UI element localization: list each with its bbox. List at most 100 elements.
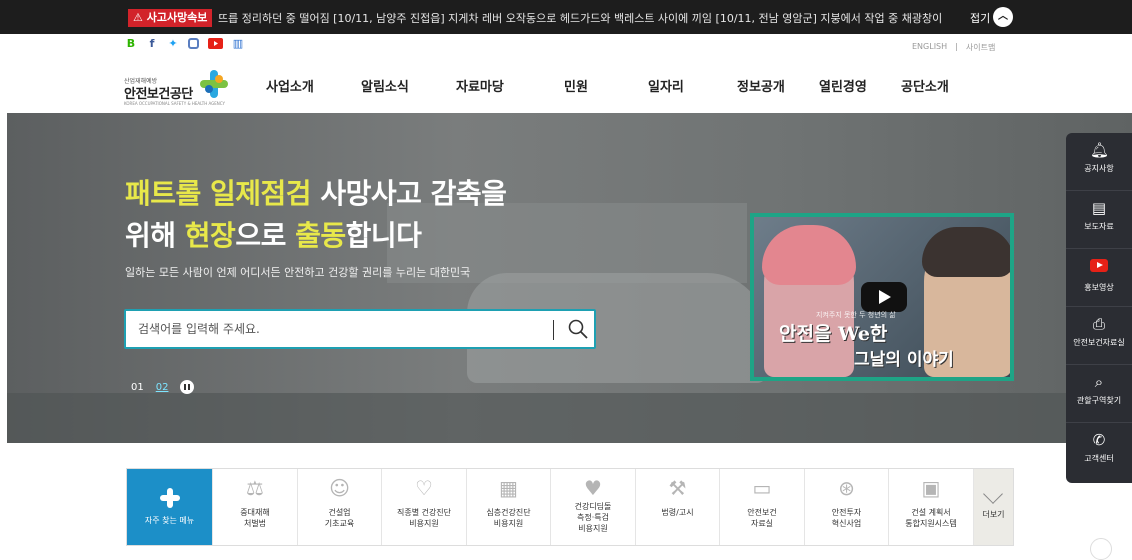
headline-text-3: 으로 xyxy=(235,219,296,252)
quick-video[interactable]: 홍보영상 xyxy=(1066,249,1132,307)
search-icon: ⌕ xyxy=(1094,373,1104,391)
person-left-hair xyxy=(762,225,856,285)
separator: | xyxy=(955,42,958,51)
freq-label: 안전보건 자료실 xyxy=(747,508,777,528)
hero-headline: 패트롤 일제점검 사망사고 감축을 위해 현장으로 출동합니다 xyxy=(125,173,507,257)
logo-english: KOREA OCCUPATIONAL SAFETY & HEALTH AGENC… xyxy=(124,101,225,106)
menu-about[interactable]: 공단소개 xyxy=(901,76,971,95)
menu-civil[interactable]: 민원 xyxy=(564,76,648,95)
slide-1-button[interactable]: 01 xyxy=(131,382,144,393)
slide-pager: 01 02 xyxy=(131,380,195,394)
logo-name: 안전보건공단 xyxy=(124,87,193,102)
menu-business[interactable]: 사업소개 xyxy=(266,76,361,95)
quick-label: 고객센터 xyxy=(1084,454,1114,463)
monitor-icon: ▣ xyxy=(921,476,941,500)
headline-text-2: 위해 xyxy=(125,219,185,252)
quick-menu: 🔔︎ 공지사항 ▤ 보도자료 홍보영상 ⎙ 안전보건자료실 ⌕ 관할구역찾기 ✆… xyxy=(1066,133,1132,483)
pause-icon[interactable] xyxy=(180,380,195,394)
youtube-icon[interactable] xyxy=(208,38,223,49)
gnb-menu: 사업소개 알림소식 자료마당 민원 일자리 정보공개 열린경영 공단소개 xyxy=(266,76,971,95)
search-icon[interactable] xyxy=(566,317,590,341)
video-title-2: 그날의 이야기 xyxy=(854,350,954,370)
headline-highlight-3: 출동 xyxy=(295,219,346,252)
freq-item-safety-library[interactable]: ▭ 안전보건 자료실 xyxy=(719,469,804,545)
blog-icon[interactable]: B xyxy=(125,38,137,50)
menu-management[interactable]: 열린경영 xyxy=(819,76,901,95)
freq-label: 법령/고시 xyxy=(661,508,694,517)
quick-region[interactable]: ⌕ 관할구역찾기 xyxy=(1066,365,1132,423)
more-label: 더보기 xyxy=(982,510,1005,519)
menu-resources[interactable]: 자료마당 xyxy=(456,76,564,95)
quick-support[interactable]: ✆ 고객센터 xyxy=(1066,423,1132,481)
hero-banner: 패트롤 일제점검 사망사고 감축을 위해 현장으로 출동합니다 일하는 모든 사… xyxy=(7,113,1132,443)
freq-item-deep-health-check[interactable]: ▦ 심층건강진단 비용지원 xyxy=(465,469,551,545)
quick-press[interactable]: ▤ 보도자료 xyxy=(1066,191,1132,249)
freq-label: 직종별 건강진단 비용지원 xyxy=(396,508,452,528)
stethoscope-icon: ♡ xyxy=(415,476,433,500)
frequent-menu-bar: 자주 찾는 메뉴 ⚖ 중대재해 처벌법 ☺ 건설업 기초교육 ♡ 직종별 건강진단 비… xyxy=(126,468,1014,546)
headline-text-1: 사망사고 감축을 xyxy=(311,177,507,210)
menu-news[interactable]: 알림소식 xyxy=(361,76,456,95)
freq-label: 건강디딤돌 측정·특검 비용지원 xyxy=(574,502,612,533)
more-button[interactable]: 더보기 xyxy=(972,469,1013,545)
play-icon[interactable] xyxy=(861,282,907,312)
logo-cross-icon xyxy=(200,70,228,98)
freq-item-laws[interactable]: ⚒ 법령/고시 xyxy=(634,469,720,545)
video-title-1: 안전을 We한 xyxy=(779,323,888,345)
menu-disclosure[interactable]: 정보공개 xyxy=(737,76,819,95)
freq-label: 중대재해 처벌법 xyxy=(240,508,270,528)
freq-item-construction-plan[interactable]: ▣ 건설 계획서 통합지원시스템 xyxy=(888,469,973,545)
headline-text-4: 합니다 xyxy=(345,219,422,252)
instagram-icon[interactable] xyxy=(188,38,199,49)
book-icon[interactable]: ▥ xyxy=(232,38,244,50)
quick-library[interactable]: ⎙ 안전보건자료실 xyxy=(1066,307,1132,365)
quick-label: 관할구역찾기 xyxy=(1076,396,1122,405)
youtube-icon xyxy=(1090,259,1108,272)
main-navigation: 산업재해예방 안전보건공단 KOREA OCCUPATIONAL SAFETY … xyxy=(0,56,1132,113)
scroll-top-button[interactable] xyxy=(1090,538,1112,560)
site-logo[interactable]: 산업재해예방 안전보건공단 KOREA OCCUPATIONAL SAFETY … xyxy=(124,66,234,106)
freq-item-health-check[interactable]: ♡ 직종별 건강진단 비용지원 xyxy=(381,469,466,545)
social-links: B f ✦ ▥ xyxy=(125,38,244,50)
folder-icon: ▭ xyxy=(752,476,772,500)
person-right-hair xyxy=(922,227,1010,277)
quick-notice[interactable]: 🔔︎ 공지사항 xyxy=(1066,133,1132,191)
quick-label: 안전보건자료실 xyxy=(1073,338,1125,347)
freq-item-safety-investment[interactable]: ⊛ 안전투자 혁신사업 xyxy=(803,469,889,545)
frequent-menu-header: 자주 찾는 메뉴 xyxy=(127,469,212,545)
phone-icon: ✆ xyxy=(1092,431,1106,449)
promo-video-thumbnail[interactable]: 지켜주지 못한 두 청년의 삶 안전을 We한 그날의 이야기 xyxy=(750,213,1014,381)
cross-logo-icon xyxy=(160,488,180,508)
headline-highlight-1: 패트롤 일제점검 xyxy=(125,177,312,210)
freq-item-construction-edu[interactable]: ☺ 건설업 기초교육 xyxy=(296,469,382,545)
frequent-menu-label: 자주 찾는 메뉴 xyxy=(144,516,195,525)
facebook-icon[interactable]: f xyxy=(146,38,158,50)
freq-item-serious-accident[interactable]: ⚖ 중대재해 처벌법 xyxy=(212,469,297,545)
accident-alert-badge: ⚠ 사고사망속보 xyxy=(128,9,213,27)
document-icon: ▤ xyxy=(1091,199,1107,217)
gavel-icon: ⚒ xyxy=(668,476,687,500)
quick-label: 홍보영상 xyxy=(1084,283,1114,292)
utility-links: ENGLISH | 사이트맵 xyxy=(912,42,995,53)
english-link[interactable]: ENGLISH xyxy=(912,42,947,53)
freq-item-health-stepping[interactable]: ♥ 건강디딤돌 측정·특검 비용지원 xyxy=(550,469,635,545)
slide-2-button[interactable]: 02 xyxy=(156,382,169,393)
freq-label: 건설 계획서 통합지원시스템 xyxy=(905,508,957,528)
search-input[interactable] xyxy=(138,311,538,347)
quick-label: 보도자료 xyxy=(1084,222,1114,231)
printer-icon: ⎙ xyxy=(1092,315,1105,333)
sitemap-link[interactable]: 사이트맵 xyxy=(966,42,995,53)
chevron-down-icon xyxy=(982,484,1003,504)
menu-jobs[interactable]: 일자리 xyxy=(648,76,737,95)
hero-ground xyxy=(7,393,1132,443)
hero-subtitle: 일하는 모든 사람이 언제 어디서든 안전하고 건강할 권리를 누리는 대한민국 xyxy=(125,266,471,279)
twitter-icon[interactable]: ✦ xyxy=(167,38,179,50)
freq-label: 심층건강진단 비용지원 xyxy=(486,508,531,528)
freq-label: 안전투자 혁신사업 xyxy=(831,508,862,528)
fold-label[interactable]: 접기 xyxy=(970,10,990,26)
chevron-up-icon[interactable]: ︿ xyxy=(993,7,1013,27)
hospital-icon: ▦ xyxy=(499,476,518,500)
alert-ticker[interactable]: 뜨릅 정리하던 중 떨어짐 [10/11, 남양주 진접읍] 지게차 레버 오작… xyxy=(218,10,958,26)
accident-alert-bar: ⚠ 사고사망속보 뜨릅 정리하던 중 떨어짐 [10/11, 남양주 진접읍] … xyxy=(0,0,1132,34)
worker-icon: ☺ xyxy=(329,476,350,500)
